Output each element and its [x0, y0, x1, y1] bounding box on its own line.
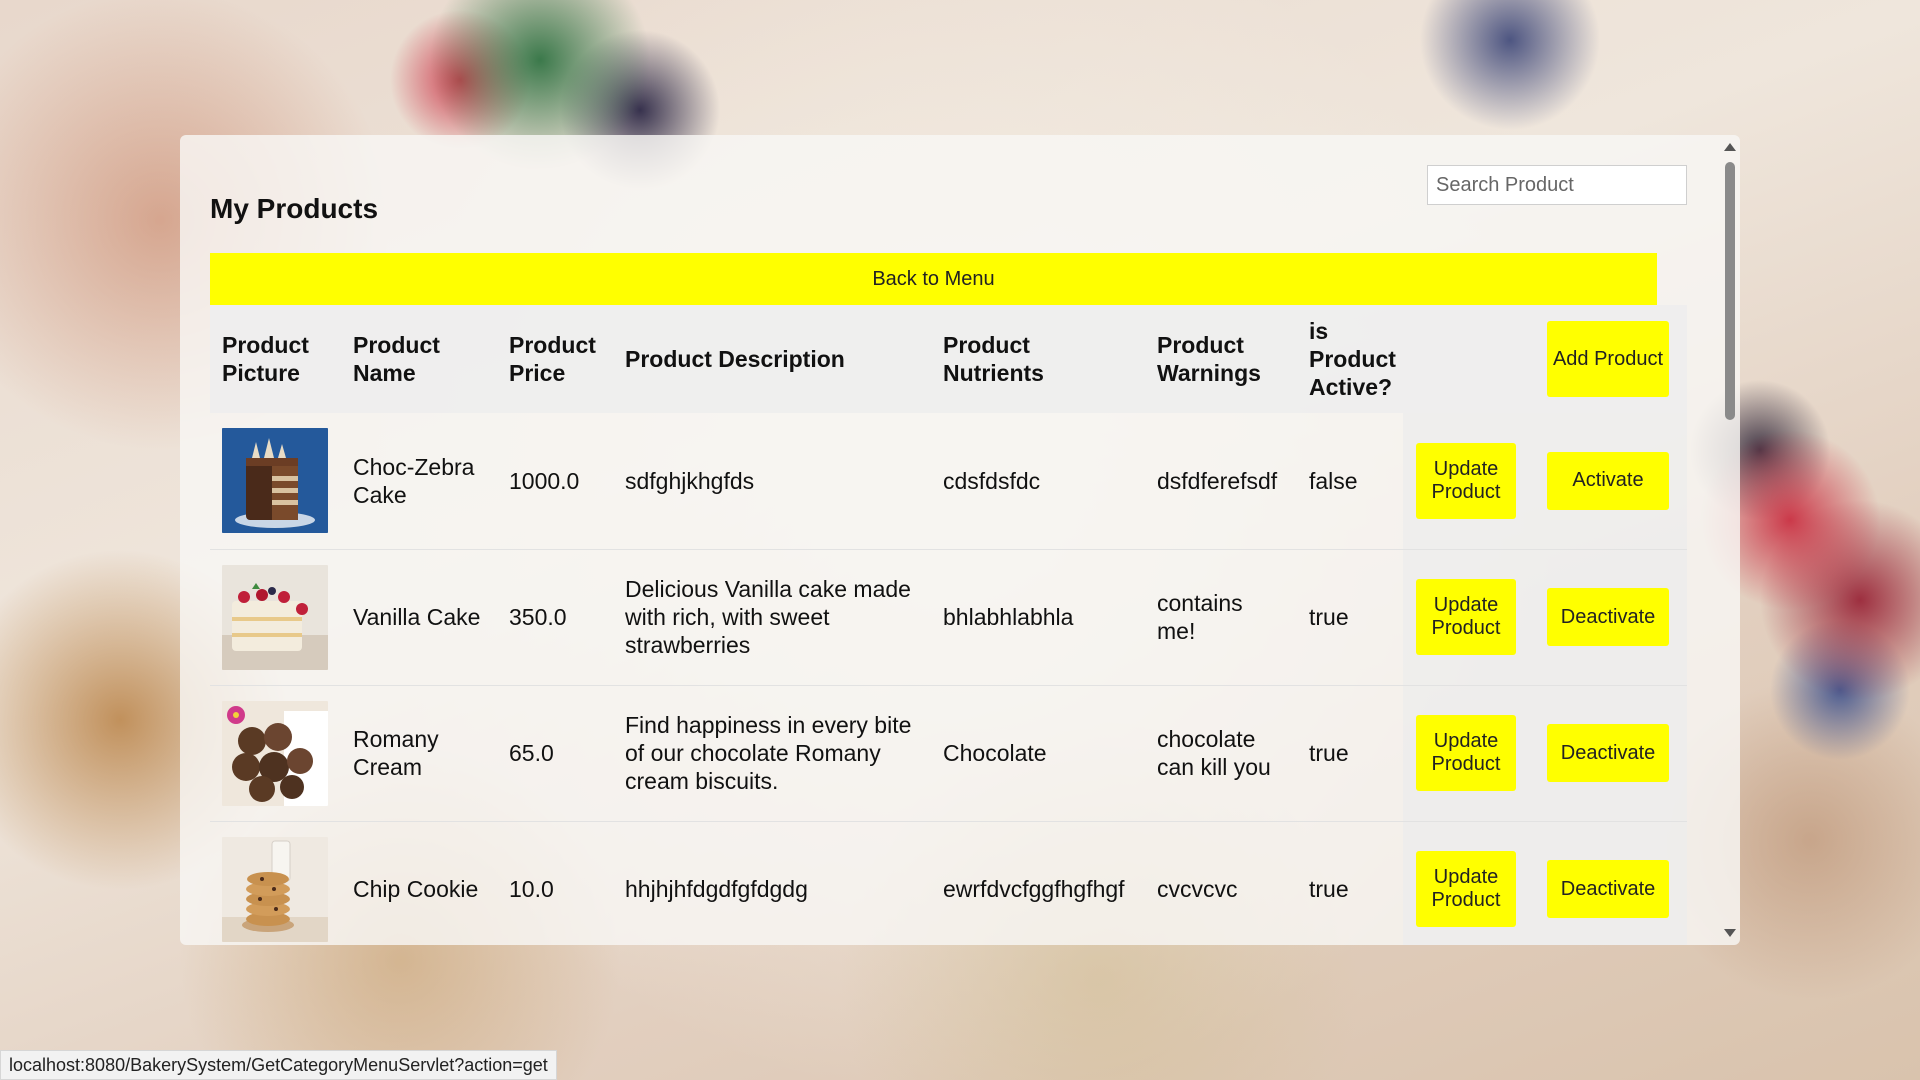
header-update-column [1403, 305, 1529, 413]
chip-cookie-photo [222, 836, 328, 942]
product-nutrients-cell: ewrfdvcfggfhgfhgf [943, 876, 1125, 902]
product-active-cell: true [1309, 604, 1349, 630]
product-name-cell: Chip Cookie [353, 876, 479, 902]
product-active-cell: true [1309, 876, 1349, 902]
table-row: Choc-Zebra Cake 1000.0 sdfghjkhgfds cdsf… [210, 413, 1687, 549]
chocolate-zebra-cake-photo [222, 428, 328, 534]
toggle-cell: Activate [1529, 413, 1687, 549]
product-price-cell: 65.0 [509, 740, 554, 766]
toggle-cell: Deactivate [1529, 821, 1687, 945]
product-warnings-cell: dsfdferefsdf [1157, 467, 1278, 494]
products-table: Product Picture Product Name Product Pri… [210, 305, 1687, 945]
back-to-menu-button[interactable]: Back to Menu [210, 253, 1657, 305]
update-product-button[interactable]: Update Product [1416, 579, 1516, 655]
activate-button[interactable]: Activate [1547, 451, 1669, 510]
romany-cream-biscuits-photo [222, 700, 328, 806]
search-product-input[interactable] [1427, 165, 1687, 205]
product-picture-cell [210, 685, 341, 821]
product-active-cell: true [1309, 740, 1349, 766]
deactivate-button[interactable]: Deactivate [1547, 724, 1669, 782]
product-price-cell: 350.0 [509, 604, 567, 630]
update-cell: Update Product [1403, 821, 1529, 945]
toggle-cell: Deactivate [1529, 549, 1687, 685]
update-product-button[interactable]: Update Product [1416, 851, 1516, 927]
product-warnings-cell: contains me! [1157, 590, 1243, 644]
header-add-column: Add Product [1529, 305, 1687, 413]
products-panel: My Products Back to Menu Product Picture… [180, 135, 1740, 945]
header-product-name: Product Name [353, 332, 440, 386]
product-nutrients-cell: cdsfdsfdc [943, 467, 1041, 494]
product-description-cell: sdfghjkhgfds [625, 467, 755, 494]
product-warnings-cell: cvcvcvc [1157, 876, 1238, 902]
products-table-container: Product Picture Product Name Product Pri… [210, 305, 1687, 945]
page-title: My Products [210, 193, 379, 224]
table-header-row: Product Picture Product Name Product Pri… [210, 305, 1687, 413]
table-row: Chip Cookie 10.0 hhjhjhfdgdfgfdgdg ewrfd… [210, 821, 1687, 945]
product-description-cell: hhjhjhfdgdfgfdgdg [625, 876, 808, 902]
product-nutrients-cell: Chocolate [943, 740, 1047, 766]
product-price-cell: 1000.0 [509, 467, 580, 494]
product-name-cell: Romany Cream [353, 726, 439, 780]
header-product-active: is Product Active? [1309, 318, 1396, 400]
product-name-cell: Choc-Zebra Cake [353, 453, 475, 508]
status-bar-url: localhost:8080/BakerySystem/GetCategoryM… [0, 1050, 557, 1080]
product-active-cell: false [1309, 467, 1358, 494]
scroll-down-arrow-icon[interactable] [1724, 929, 1736, 937]
header-product-picture: Product Picture [222, 332, 309, 386]
header-product-price: Product Price [509, 332, 596, 386]
update-cell: Update Product [1403, 549, 1529, 685]
header-product-description: Product Description [625, 346, 845, 372]
add-product-button[interactable]: Add Product [1547, 321, 1669, 397]
product-description-cell: Delicious Vanilla cake made with rich, w… [625, 576, 911, 658]
product-nutrients-cell: bhlabhlabhla [943, 604, 1074, 630]
product-name-cell: Vanilla Cake [353, 604, 481, 630]
deactivate-button[interactable]: Deactivate [1547, 860, 1669, 918]
product-picture-cell [210, 549, 341, 685]
vanilla-cake-photo [222, 564, 328, 670]
panel-scrollbar[interactable] [1720, 135, 1740, 945]
update-product-button[interactable]: Update Product [1416, 442, 1516, 519]
scroll-up-arrow-icon[interactable] [1724, 143, 1736, 151]
product-warnings-cell: chocolate can kill you [1157, 726, 1271, 780]
scroll-thumb[interactable] [1725, 162, 1735, 420]
product-price-cell: 10.0 [509, 876, 554, 902]
update-cell: Update Product [1403, 685, 1529, 821]
update-cell: Update Product [1403, 413, 1529, 549]
toggle-cell: Deactivate [1529, 685, 1687, 821]
update-product-button[interactable]: Update Product [1416, 715, 1516, 791]
header-product-warnings: Product Warnings [1157, 332, 1261, 386]
product-description-cell: Find happiness in every bite of our choc… [625, 712, 912, 794]
table-row: Romany Cream 65.0 Find happiness in ever… [210, 685, 1687, 821]
product-picture-cell [210, 821, 341, 945]
table-row: Vanilla Cake 350.0 Delicious Vanilla cak… [210, 549, 1687, 685]
header-product-nutrients: Product Nutrients [943, 332, 1044, 386]
deactivate-button[interactable]: Deactivate [1547, 588, 1669, 646]
product-picture-cell [210, 413, 341, 549]
